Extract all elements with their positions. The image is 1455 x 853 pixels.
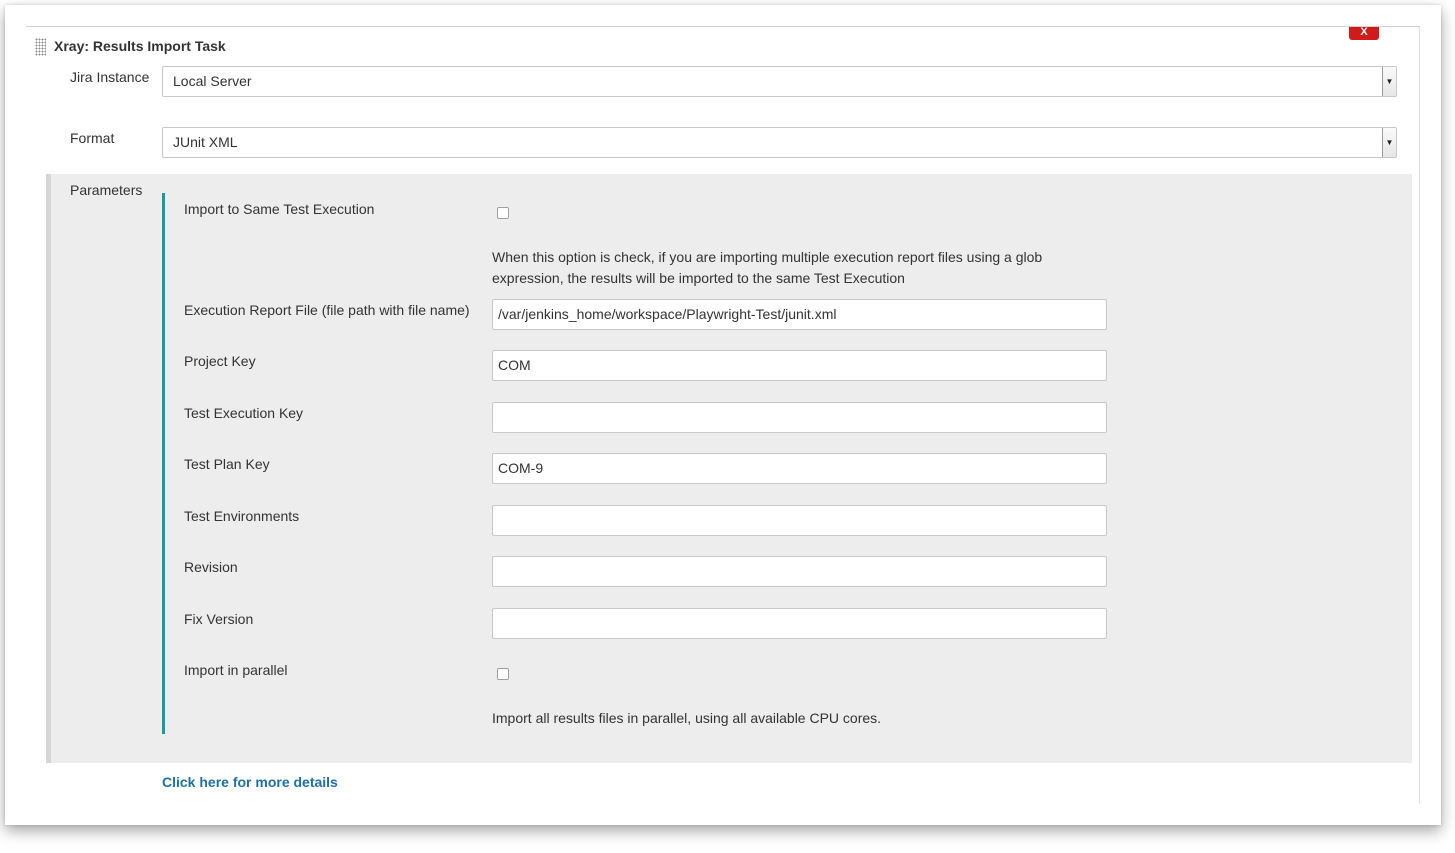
import-same-execution-checkbox[interactable] (497, 207, 509, 219)
help-line-2: expression, the results will be imported… (492, 270, 905, 286)
import-parallel-help: Import all results files in parallel, us… (492, 710, 882, 726)
dropdown-arrow-icon[interactable]: ▼ (1382, 128, 1396, 157)
format-label: Format (70, 130, 115, 146)
format-select[interactable]: JUnit XML ▼ (162, 127, 1397, 158)
test-environments-label: Test Environments (184, 508, 300, 524)
more-details-link[interactable]: Click here for more details (162, 774, 338, 790)
test-plan-key-label: Test Plan Key (184, 456, 270, 472)
fix-version-label: Fix Version (184, 611, 254, 627)
dropdown-arrow-icon[interactable]: ▼ (1382, 67, 1396, 96)
parameters-label: Parameters (70, 182, 143, 198)
test-execution-key-label: Test Execution Key (184, 405, 304, 421)
import-parallel-label: Import in parallel (184, 662, 288, 678)
execution-report-file-input[interactable]: /var/jenkins_home/workspace/Playwright-T… (492, 299, 1107, 330)
project-key-input[interactable]: COM (492, 350, 1107, 381)
import-parallel-checkbox[interactable] (497, 668, 509, 680)
delete-step-button[interactable]: X (1349, 27, 1379, 40)
execution-report-file-label: Execution Report File (file path with fi… (184, 302, 470, 318)
test-execution-key-input[interactable] (492, 402, 1107, 433)
test-environments-input[interactable] (492, 505, 1107, 536)
fix-version-input[interactable] (492, 608, 1107, 639)
jira-instance-value: Local Server (173, 73, 252, 89)
revision-label: Revision (184, 559, 238, 575)
test-plan-key-input[interactable]: COM-9 (492, 453, 1107, 484)
jira-instance-label: Jira Instance (70, 69, 150, 85)
jira-instance-select[interactable]: Local Server ▼ (162, 66, 1397, 97)
parameters-accent-bar (162, 193, 165, 734)
help-line-1: When this option is check, if you are im… (492, 249, 1043, 265)
import-same-execution-help: When this option is check, if you are im… (492, 247, 1042, 289)
task-title: Xray: Results Import Task (54, 38, 226, 54)
format-value: JUnit XML (173, 134, 238, 150)
import-same-execution-label: Import to Same Test Execution (184, 201, 375, 217)
project-key-label: Project Key (184, 353, 256, 369)
revision-input[interactable] (492, 556, 1107, 587)
drag-handle-icon[interactable] (35, 38, 46, 56)
